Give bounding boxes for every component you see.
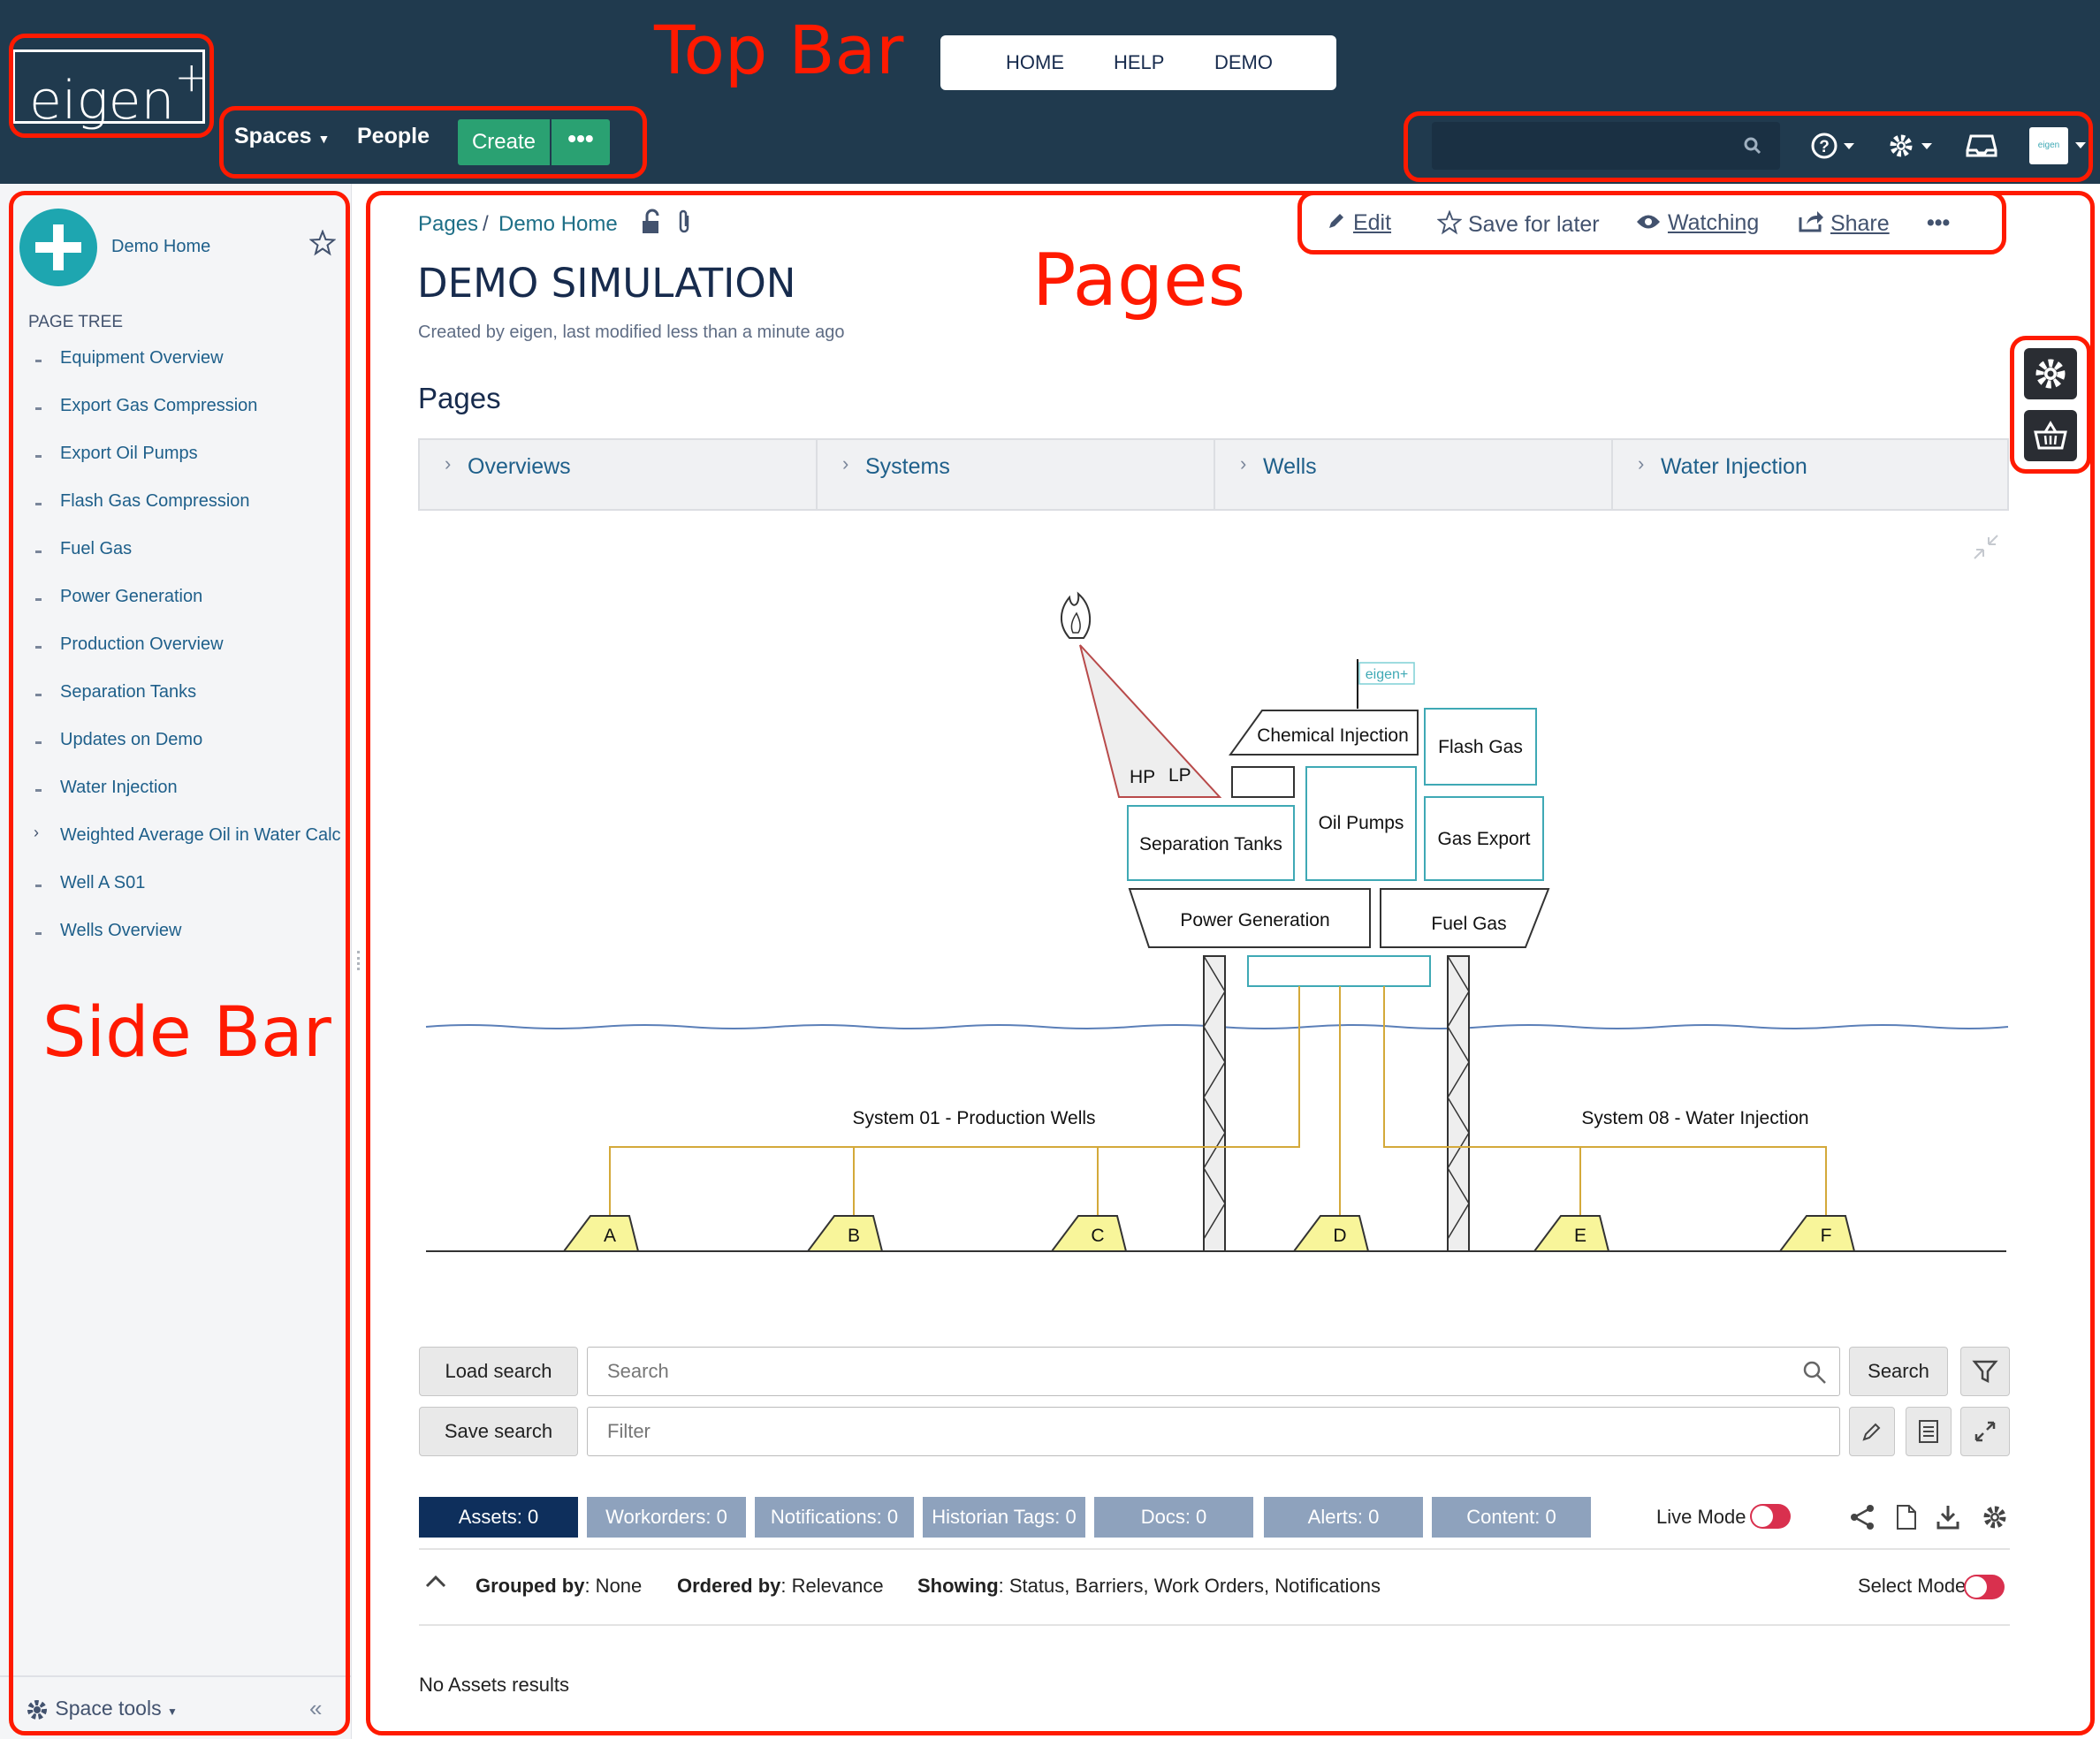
- home-link[interactable]: HOME: [1006, 51, 1064, 74]
- annotation-top-bar-label: Top Bar: [654, 11, 904, 89]
- annotation-pages-label: Pages: [1032, 239, 1246, 323]
- annotation-page-actions-box: [1297, 191, 2006, 254]
- annotation-nav-box: [219, 106, 647, 178]
- annotation-pages-box: [366, 191, 2095, 1735]
- annotation-logo-box: [9, 34, 214, 138]
- annotation-side-bar-label: Side Bar: [42, 993, 331, 1073]
- demo-link[interactable]: DEMO: [1214, 51, 1273, 74]
- annotation-floating-buttons-box: [2010, 336, 2091, 474]
- top-menu: HOME HELP DEMO: [940, 35, 1336, 90]
- sidebar-resize-handle[interactable]: [357, 951, 361, 970]
- annotation-header-tools-box: [1404, 111, 2093, 182]
- help-link[interactable]: HELP: [1114, 51, 1164, 74]
- annotation-sidebar-box: [9, 191, 350, 1735]
